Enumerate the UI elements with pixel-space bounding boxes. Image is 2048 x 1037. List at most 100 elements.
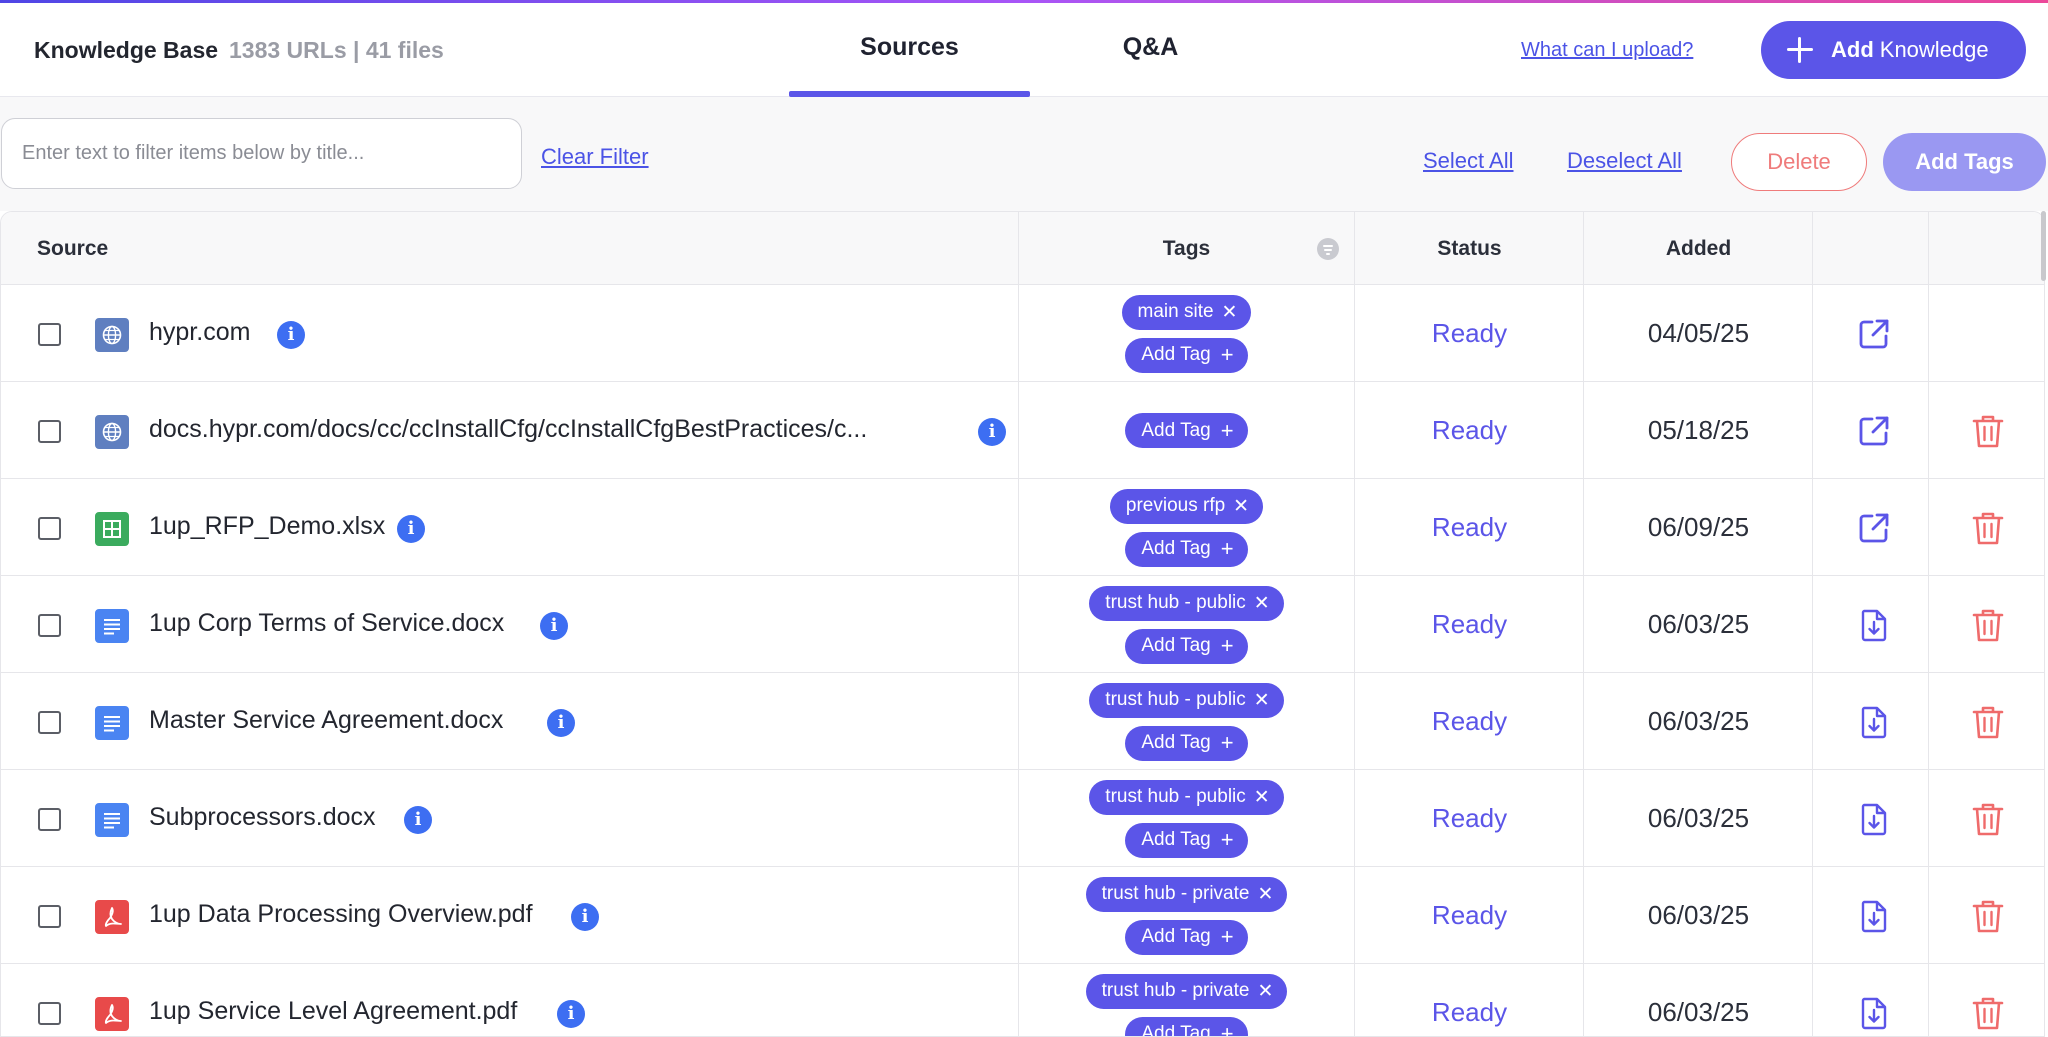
table-row: 1up Data Processing Overview.pdf i trust… (1, 867, 2044, 964)
filter-bar: Clear Filter Select All Deselect All Del… (0, 97, 2048, 211)
trash-icon[interactable] (1971, 413, 2005, 449)
source-name[interactable]: 1up Data Processing Overview.pdf (149, 900, 533, 929)
tag-pill[interactable]: previous rfp ✕ (1109, 488, 1264, 524)
add-tag-button[interactable]: Add Tag + (1125, 1016, 1248, 1037)
source-name[interactable]: docs.hypr.com/docs/cc/ccInstallCfg/ccIns… (149, 415, 867, 444)
row-checkbox[interactable] (38, 517, 61, 540)
filter-input[interactable] (1, 118, 522, 189)
column-header-source[interactable]: Source (37, 212, 108, 285)
add-tag-button[interactable]: Add Tag + (1125, 919, 1248, 955)
row-checkbox[interactable] (38, 808, 61, 831)
tag-pill[interactable]: trust hub - public ✕ (1089, 585, 1284, 621)
row-checkbox[interactable] (38, 420, 61, 443)
add-knowledge-button[interactable]: Add Knowledge (1761, 21, 2026, 79)
column-header-added[interactable]: Added (1584, 212, 1813, 285)
trash-icon[interactable] (1971, 607, 2005, 643)
trash-icon[interactable] (1971, 995, 2005, 1031)
remove-tag-icon[interactable]: ✕ (1254, 689, 1270, 712)
source-name[interactable]: 1up Corp Terms of Service.docx (149, 609, 504, 638)
remove-tag-icon[interactable]: ✕ (1254, 786, 1270, 809)
info-icon[interactable]: i (557, 1000, 585, 1028)
external-link-icon[interactable] (1856, 510, 1892, 546)
trash-icon[interactable] (1971, 510, 2005, 546)
tab-qa[interactable]: Q&A (1030, 33, 1271, 62)
scrollbar[interactable] (2041, 211, 2046, 281)
info-icon[interactable]: i (547, 709, 575, 737)
what-can-i-upload-link[interactable]: What can I upload? (1521, 39, 1693, 62)
remove-tag-icon[interactable]: ✕ (1257, 980, 1273, 1003)
column-divider (1812, 212, 1813, 1036)
info-icon[interactable]: i (404, 806, 432, 834)
add-tag-button[interactable]: Add Tag + (1125, 531, 1248, 567)
row-checkbox[interactable] (38, 323, 61, 346)
external-link-icon[interactable] (1856, 316, 1892, 352)
status-text: Ready (1431, 609, 1508, 639)
row-checkbox[interactable] (38, 711, 61, 734)
row-checkbox[interactable] (38, 614, 61, 637)
tags-cell: trust hub - private ✕ Add Tag + (1019, 867, 1354, 964)
add-tag-button[interactable]: Add Tag + (1125, 725, 1248, 761)
source-name[interactable]: 1up Service Level Agreement.pdf (149, 997, 517, 1026)
source-name[interactable]: Master Service Agreement.docx (149, 706, 503, 735)
globe-icon (95, 318, 129, 352)
trash-icon[interactable] (1971, 801, 2005, 837)
document-icon (95, 706, 129, 740)
row-checkbox[interactable] (38, 1002, 61, 1025)
info-icon[interactable]: i (397, 515, 425, 543)
add-tag-button[interactable]: Add Tag + (1125, 413, 1248, 448)
delete-button[interactable]: Delete (1731, 133, 1867, 191)
added-date: 06/03/25 (1647, 997, 1750, 1027)
download-file-icon[interactable] (1856, 801, 1892, 837)
add-tag-button[interactable]: Add Tag + (1125, 628, 1248, 664)
info-icon[interactable]: i (978, 418, 1006, 446)
tag-pill[interactable]: trust hub - public ✕ (1089, 682, 1284, 718)
add-knowledge-label-bold: Add (1831, 37, 1874, 62)
tag-pill[interactable]: main site ✕ (1121, 294, 1252, 330)
source-counts: 1383 URLs | 41 files (229, 37, 444, 63)
download-file-icon[interactable] (1856, 704, 1892, 740)
header: Knowledge Base 1383 URLs | 41 files Sour… (0, 3, 2048, 97)
deselect-all-link[interactable]: Deselect All (1567, 148, 1682, 174)
plus-icon (1785, 35, 1815, 65)
tag-pill[interactable]: trust hub - public ✕ (1089, 779, 1284, 815)
add-tag-label: Add Tag (1141, 419, 1211, 441)
info-icon[interactable]: i (540, 612, 568, 640)
info-icon[interactable]: i (277, 321, 305, 349)
trash-icon[interactable] (1971, 898, 2005, 934)
remove-tag-icon[interactable]: ✕ (1257, 883, 1273, 906)
tag-pill[interactable]: trust hub - private ✕ (1085, 876, 1288, 912)
row-checkbox[interactable] (38, 905, 61, 928)
tab-sources[interactable]: Sources (789, 33, 1030, 62)
clear-filter-link[interactable]: Clear Filter (541, 144, 649, 170)
added-date: 06/03/25 (1647, 706, 1750, 736)
download-file-icon[interactable] (1856, 898, 1892, 934)
add-tag-button[interactable]: Add Tag + (1125, 337, 1248, 373)
select-all-link[interactable]: Select All (1423, 148, 1514, 174)
download-file-icon[interactable] (1856, 995, 1892, 1031)
source-name[interactable]: hypr.com (149, 318, 250, 347)
info-icon[interactable]: i (571, 903, 599, 931)
tags-cell: trust hub - private ✕ Add Tag + (1019, 964, 1354, 1037)
plus-icon: + (1220, 827, 1234, 852)
source-name[interactable]: Subprocessors.docx (149, 803, 376, 832)
add-tag-label: Add Tag (1141, 1023, 1211, 1037)
tag-pill[interactable]: trust hub - private ✕ (1085, 973, 1288, 1009)
added-date: 06/03/25 (1647, 900, 1750, 930)
spreadsheet-icon (95, 512, 129, 546)
trash-icon[interactable] (1971, 704, 2005, 740)
add-tag-button[interactable]: Add Tag + (1125, 822, 1248, 858)
remove-tag-icon[interactable]: ✕ (1233, 495, 1249, 518)
external-link-icon[interactable] (1856, 413, 1892, 449)
remove-tag-icon[interactable]: ✕ (1254, 592, 1270, 615)
tag-label: trust hub - private (1101, 980, 1250, 1001)
table-row: 1up Corp Terms of Service.docx i trust h… (1, 576, 2044, 673)
source-name[interactable]: 1up_RFP_Demo.xlsx (149, 512, 385, 541)
tag-filter-icon[interactable] (1317, 238, 1339, 260)
table-row: 1up Service Level Agreement.pdf i trust … (1, 964, 2044, 1037)
download-file-icon[interactable] (1856, 607, 1892, 643)
tag-label: previous rfp (1125, 495, 1226, 516)
column-header-status[interactable]: Status (1355, 212, 1584, 285)
tag-label: trust hub - private (1101, 883, 1250, 904)
remove-tag-icon[interactable]: ✕ (1222, 301, 1238, 324)
add-tags-button[interactable]: Add Tags (1883, 133, 2046, 191)
